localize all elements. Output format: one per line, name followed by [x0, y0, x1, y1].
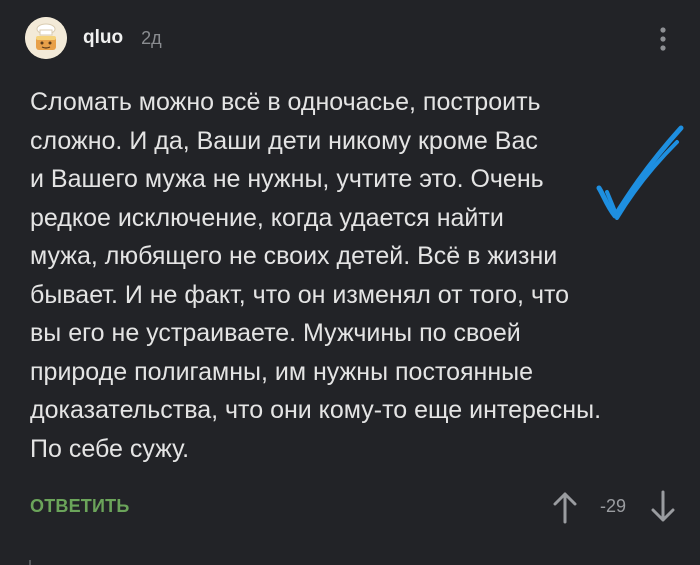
comment-line: сложно. И да, Ваши дети никому кроме Вас [30, 126, 538, 155]
comment-line: вы его не устраиваете. Мужчины по своей [30, 319, 521, 347]
comment-line: редкое исключение, когда удается найти [30, 203, 504, 232]
thread-divider [29, 560, 31, 565]
comment-line: мужа, любящего не своих детей. Всё в жиз… [30, 242, 558, 270]
comment-line: бывает. И не факт, что он изменял от тог… [30, 280, 570, 309]
arrow-up-icon [553, 492, 577, 524]
comment-line: Сломать можно всё в одночасье, построить [30, 88, 541, 116]
author-username[interactable]: qluo [83, 27, 123, 49]
rating-value: -29 [600, 496, 627, 516]
reply-button[interactable]: ОТВЕТИТЬ [30, 496, 129, 517]
avatar-chef-cake-image [25, 17, 67, 59]
downvote-button[interactable] [650, 490, 676, 524]
upvote-button[interactable] [552, 490, 578, 524]
comment-line: и Вашего мужа не нужны, учтите это. Очен… [30, 165, 544, 193]
more-vertical-icon [660, 27, 666, 51]
avatar[interactable] [25, 17, 67, 59]
comment-time: 2д [141, 27, 162, 48]
comment-line: доказательства, что они кому-то еще инте… [30, 396, 602, 424]
comment-text: Сломать можно всё в одночасье, построить… [30, 83, 670, 468]
more-options-button[interactable] [655, 25, 671, 53]
comment-line: природе полигамны, им нужны постоянные [30, 357, 534, 386]
comment-line: По себе сужу. [30, 434, 190, 463]
comment-header: qluo 2д [25, 17, 162, 59]
arrow-down-icon [651, 490, 675, 522]
